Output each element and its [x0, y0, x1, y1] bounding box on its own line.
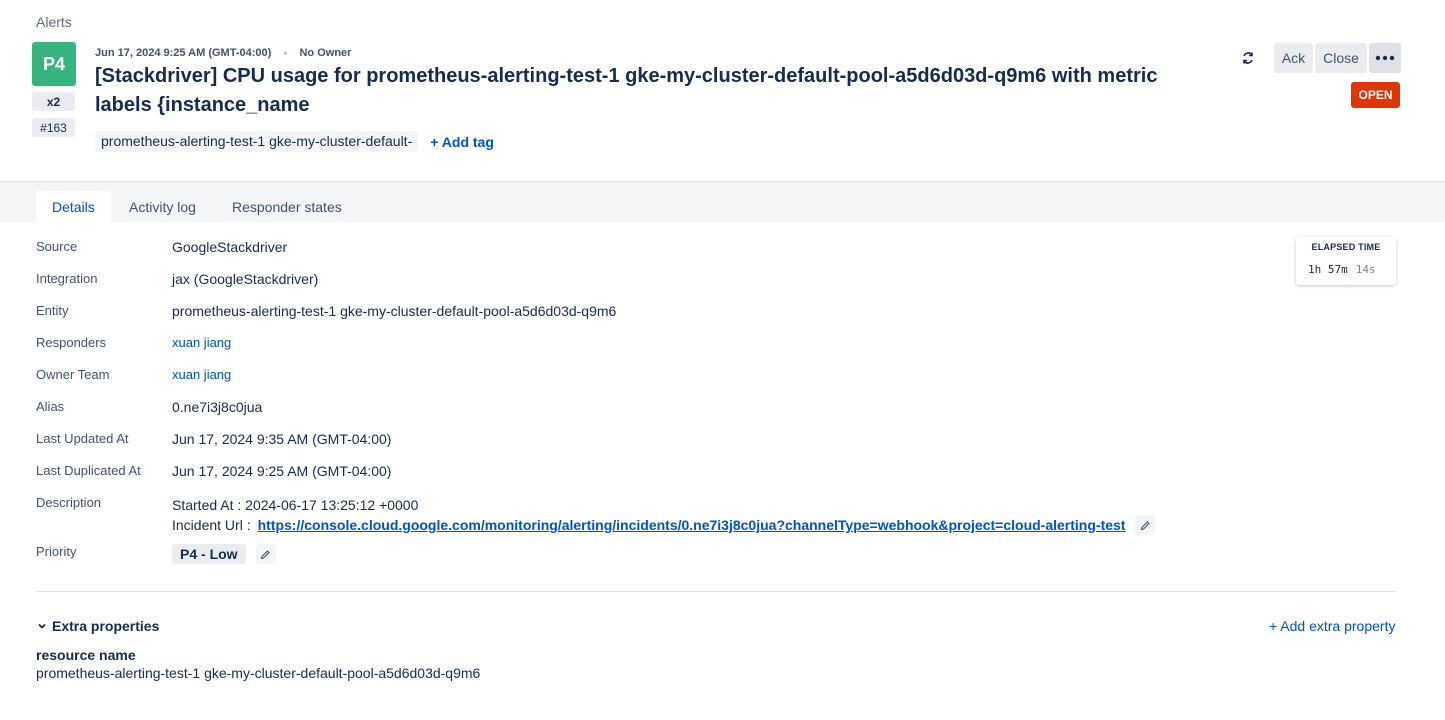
url-prefix: Incident Url : — [172, 517, 251, 533]
source-value: GoogleStackdriver — [172, 239, 288, 255]
chevron-down-icon — [36, 620, 48, 632]
owner-label: No Owner — [299, 47, 352, 59]
detail-label: Responders — [36, 335, 107, 350]
separator-dot: • — [283, 46, 288, 60]
count-badge: x2 — [32, 92, 75, 111]
ack-button[interactable]: Ack — [1274, 43, 1313, 73]
elapsed-hm: 1h 57m — [1308, 263, 1348, 276]
alert-meta: Jun 17, 2024 9:25 AM (GMT-04:00) • No Ow… — [95, 46, 351, 60]
description-started-at: Started At : 2024-06-17 13:25:12 +0000 — [172, 497, 419, 513]
integration-value: jax (GoogleStackdriver) — [172, 271, 319, 287]
extra-property-value: prometheus-alerting-test-1 gke-my-cluste… — [36, 665, 481, 681]
description-value: Started At : 2024-06-17 13:25:12 +0000 I… — [172, 495, 1156, 535]
extra-properties-title: Extra properties — [52, 618, 160, 634]
detail-row-alias: Alias 0.ne7i3j8c0jua — [36, 399, 262, 415]
alert-id-badge: #163 — [32, 118, 75, 137]
tab-responder-states[interactable]: Responder states — [216, 191, 358, 223]
tag-row: prometheus-alerting-test-1 gke-my-cluste… — [95, 131, 494, 152]
created-timestamp: Jun 17, 2024 9:25 AM (GMT-04:00) — [95, 47, 272, 59]
detail-row-integration: Integration jax (GoogleStackdriver) — [36, 271, 318, 287]
elapsed-seconds: 14s — [1355, 263, 1376, 276]
priority-field: P4 - Low — [172, 544, 276, 564]
detail-label: Description — [36, 495, 102, 510]
owner-team-link[interactable]: xuan jiang — [172, 367, 231, 382]
priority-chip: P4 - Low — [172, 544, 246, 564]
refresh-icon — [1243, 52, 1253, 64]
add-extra-property-link[interactable]: + Add extra property — [1269, 618, 1395, 634]
detail-row-priority: Priority P4 - Low — [36, 544, 276, 564]
status-badge: OPEN — [1351, 82, 1400, 108]
more-actions-button[interactable] — [1369, 43, 1401, 73]
edit-description-button[interactable] — [1135, 515, 1156, 535]
detail-label: Alias — [36, 399, 65, 414]
detail-row-owner-team: Owner Team xuan jiang — [36, 367, 231, 382]
detail-row-last-updated: Last Updated At Jun 17, 2024 9:35 AM (GM… — [36, 431, 391, 447]
detail-label: Last Updated At — [36, 431, 129, 446]
breadcrumb[interactable]: Alerts — [36, 14, 72, 30]
elapsed-time-card: ELAPSED TIME 1h 57m 14s — [1296, 237, 1396, 285]
priority-badge: P4 — [32, 42, 76, 86]
pencil-icon — [1140, 520, 1150, 530]
extra-properties-toggle[interactable]: Extra properties — [36, 618, 159, 634]
last-duplicated-value: Jun 17, 2024 9:25 AM (GMT-04:00) — [172, 463, 392, 479]
detail-row-description: Description Started At : 2024-06-17 13:2… — [36, 495, 1156, 535]
refresh-button[interactable] — [1236, 46, 1260, 70]
elapsed-time-title: ELAPSED TIME — [1311, 242, 1381, 252]
responder-link[interactable]: xuan jiang — [172, 335, 231, 350]
entity-value: prometheus-alerting-test-1 gke-my-cluste… — [172, 303, 617, 319]
detail-label: Last Duplicated At — [36, 463, 141, 478]
detail-label: Entity — [36, 303, 69, 318]
description-url-line: Incident Url : https://console.cloud.goo… — [172, 515, 1156, 535]
alert-title: [Stackdriver] CPU usage for prometheus-a… — [95, 65, 1158, 116]
tab-bar: Details Activity log Responder states — [0, 181, 1445, 223]
last-updated-value: Jun 17, 2024 9:35 AM (GMT-04:00) — [172, 431, 392, 447]
detail-row-source: Source GoogleStackdriver — [36, 239, 287, 255]
more-icon — [1375, 55, 1395, 61]
edit-priority-button[interactable] — [255, 544, 276, 564]
section-divider — [36, 591, 1396, 592]
detail-row-last-duplicated: Last Duplicated At Jun 17, 2024 9:25 AM … — [36, 463, 391, 479]
close-button[interactable]: Close — [1315, 43, 1367, 73]
pencil-icon — [260, 549, 270, 559]
detail-label: Integration — [36, 271, 98, 286]
tab-details[interactable]: Details — [36, 191, 111, 223]
extra-property-name: resource name — [36, 647, 136, 663]
add-tag-link[interactable]: + Add tag — [430, 134, 494, 150]
detail-row-responders: Responders xuan jiang — [36, 335, 231, 350]
elapsed-time-value: 1h 57m 14s — [1308, 263, 1376, 276]
detail-label: Source — [36, 239, 78, 254]
detail-row-entity: Entity prometheus-alerting-test-1 gke-my… — [36, 303, 616, 319]
alias-value: 0.ne7i3j8c0jua — [172, 399, 263, 415]
detail-label: Priority — [36, 544, 77, 559]
detail-label: Owner Team — [36, 367, 110, 382]
tab-activity-log[interactable]: Activity log — [113, 191, 212, 223]
tag-chip[interactable]: prometheus-alerting-test-1 gke-my-cluste… — [95, 131, 419, 152]
incident-url-link[interactable]: https://console.cloud.google.com/monitor… — [258, 515, 1126, 535]
